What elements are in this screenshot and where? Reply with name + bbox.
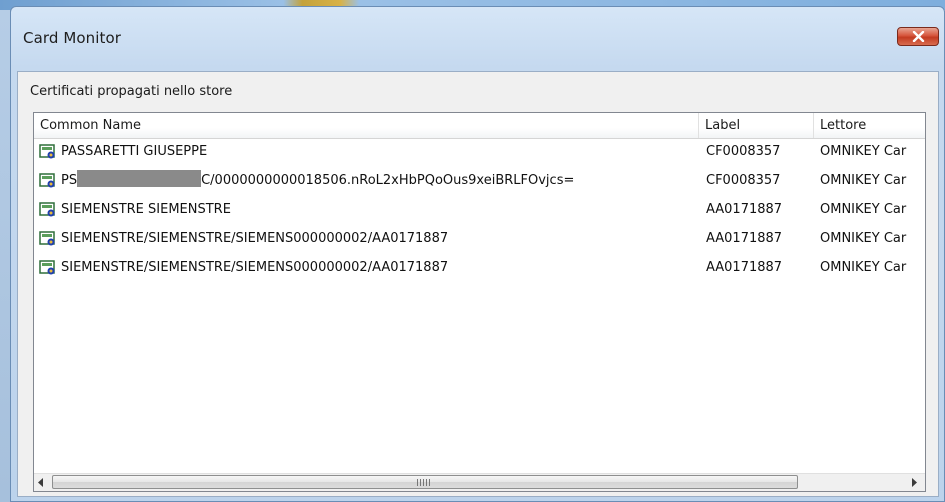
section-label: Certificati propagati nello store — [30, 84, 233, 99]
redaction-block — [77, 170, 202, 187]
common-name-suffix: C/0000000000018506.nRoL2xHbPQoOus9xeiBRL… — [201, 173, 575, 188]
cell-common-name: PASSARETTI GIUSEPPE — [61, 144, 208, 159]
certificate-icon — [39, 202, 55, 217]
certificate-icon — [39, 173, 55, 188]
cell-reader: OMNIKEY Car — [820, 144, 907, 159]
list-item[interactable]: SIEMENSTRE/SIEMENSTRE/SIEMENS000000002/A… — [34, 255, 925, 281]
cell-label: AA0171887 — [706, 260, 783, 275]
horizontal-scrollbar[interactable] — [34, 473, 925, 491]
column-header-common-name[interactable]: Common Name — [34, 113, 699, 138]
client-area: Certificati propagati nello store Common… — [17, 71, 939, 497]
cell-common-name: SIEMENSTRE/SIEMENSTRE/SIEMENS000000002/A… — [61, 260, 449, 275]
certificates-list[interactable]: Common Name Label Lettore PASSARETTI GIU… — [33, 112, 926, 492]
arrow-left-icon[interactable] — [38, 478, 44, 487]
common-name-prefix: PS — [61, 173, 78, 188]
cell-reader: OMNIKEY Car — [820, 260, 907, 275]
cell-label: CF0008357 — [706, 144, 781, 159]
cell-label: AA0171887 — [706, 231, 783, 246]
cell-label: CF0008357 — [706, 173, 781, 188]
cell-reader: OMNIKEY Car — [820, 231, 907, 246]
cell-reader: OMNIKEY Car — [820, 173, 907, 188]
arrow-right-icon[interactable] — [911, 478, 917, 487]
close-button[interactable] — [897, 27, 939, 46]
list-item[interactable]: SIEMENSTRE/SIEMENSTRE/SIEMENS000000002/A… — [34, 226, 925, 252]
list-header: Common Name Label Lettore — [34, 113, 925, 139]
certificate-icon — [39, 260, 55, 275]
list-item[interactable]: PS C/0000000000018506.nRoL2xHbPQoOus9xeiB… — [34, 168, 925, 194]
certificate-icon — [39, 231, 55, 246]
list-item[interactable]: PASSARETTI GIUSEPPE CF0008357 OMNIKEY Ca… — [34, 139, 925, 165]
cell-common-name: PS C/0000000000018506.nRoL2xHbPQoOus9xeiB… — [61, 168, 574, 194]
cell-common-name: SIEMENSTRE/SIEMENSTRE/SIEMENS000000002/A… — [61, 231, 449, 246]
list-item[interactable]: SIEMENSTRE SIEMENSTRE AA0171887 OMNIKEY … — [34, 197, 925, 223]
cell-common-name: SIEMENSTRE SIEMENSTRE — [61, 202, 231, 217]
card-monitor-window: Card Monitor Certificati propagati nello… — [10, 6, 945, 502]
column-header-label[interactable]: Label — [699, 113, 814, 138]
column-header-reader[interactable]: Lettore — [814, 113, 925, 138]
certificate-icon — [39, 144, 55, 159]
grip-icon — [417, 479, 431, 486]
cell-label: AA0171887 — [706, 202, 783, 217]
window-title: Card Monitor — [23, 29, 122, 47]
scrollbar-thumb[interactable] — [52, 475, 798, 489]
title-bar[interactable]: Card Monitor — [11, 7, 944, 71]
close-icon — [912, 31, 925, 42]
cell-reader: OMNIKEY Car — [820, 202, 907, 217]
